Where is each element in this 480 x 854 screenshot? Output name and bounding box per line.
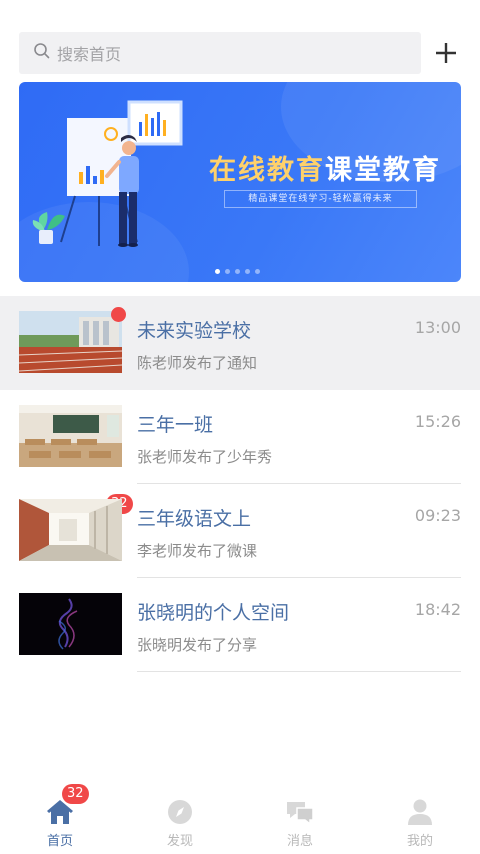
banner-title-highlight: 在线教育	[209, 155, 325, 186]
search-row: 搜索首页	[19, 32, 461, 74]
tab-profile[interactable]: 我的	[360, 790, 480, 854]
item-title: 三年级语文上	[137, 508, 252, 530]
promo-banner[interactable]: 在线教育课堂教育 精品课堂在线学习-轻松赢得未来	[19, 82, 461, 282]
bottom-tab-bar: 32 首页 发现 消息 我的	[0, 784, 480, 854]
banner-dot[interactable]	[235, 269, 240, 274]
list-item[interactable]: 未来实验学校 陈老师发布了通知 13:00	[0, 296, 480, 390]
list-item[interactable]: 张晓明的个人空间 张晓明发布了分享 18:42	[0, 578, 480, 672]
smoke-thumbnail	[19, 593, 122, 655]
item-time: 09:23	[414, 506, 461, 525]
tab-discover[interactable]: 发现	[120, 790, 240, 854]
banner-pagination	[215, 269, 260, 274]
space-list: 未来实验学校 陈老师发布了通知 13:00 32 三年一班 张老师发布了少年秀 …	[0, 296, 480, 672]
plus-icon	[436, 43, 456, 63]
tab-label: 我的	[406, 834, 433, 849]
tab-label: 首页	[46, 834, 73, 849]
item-title: 张晓明的个人空间	[137, 602, 290, 624]
search-placeholder: 搜索首页	[57, 45, 122, 64]
home-badge: 32	[62, 784, 89, 804]
list-item[interactable]: 三年级语文上 李老师发布了微课 09:23	[0, 484, 480, 578]
item-title: 三年一班	[137, 414, 214, 436]
classroom-thumbnail	[19, 405, 122, 467]
item-subtitle: 李老师发布了微课	[137, 542, 258, 560]
banner-dot[interactable]	[225, 269, 230, 274]
add-button[interactable]	[431, 38, 461, 68]
tab-label: 发现	[166, 834, 193, 849]
compass-icon	[168, 800, 192, 824]
search-input[interactable]: 搜索首页	[19, 32, 421, 74]
chat-icon	[287, 802, 314, 826]
item-time: 15:26	[414, 412, 461, 431]
unread-dot	[111, 307, 126, 322]
banner-dot[interactable]	[215, 269, 220, 274]
banner-dot[interactable]	[255, 269, 260, 274]
banner-title-main: 课堂教育	[325, 155, 441, 186]
item-time: 13:00	[414, 318, 461, 337]
tab-messages[interactable]: 消息	[240, 790, 360, 854]
teacher-illustration	[32, 100, 183, 247]
item-title: 未来实验学校	[137, 320, 252, 342]
item-subtitle: 陈老师发布了通知	[137, 354, 258, 372]
banner-subtitle: 精品课堂在线学习-轻松赢得未来	[224, 190, 417, 208]
tab-home[interactable]: 32 首页	[0, 784, 120, 854]
search-icon	[33, 42, 51, 64]
banner-dot[interactable]	[245, 269, 250, 274]
item-subtitle: 张晓明发布了分享	[137, 636, 258, 654]
user-icon	[408, 799, 432, 825]
banner-title: 在线教育课堂教育	[209, 148, 441, 187]
list-item[interactable]: 32 三年一班 张老师发布了少年秀 15:26	[0, 390, 480, 514]
divider	[137, 671, 461, 672]
corridor-thumbnail	[19, 499, 122, 561]
item-time: 18:42	[414, 600, 461, 619]
item-subtitle: 张老师发布了少年秀	[137, 448, 273, 466]
school-thumbnail	[19, 311, 122, 373]
tab-label: 消息	[286, 834, 313, 849]
